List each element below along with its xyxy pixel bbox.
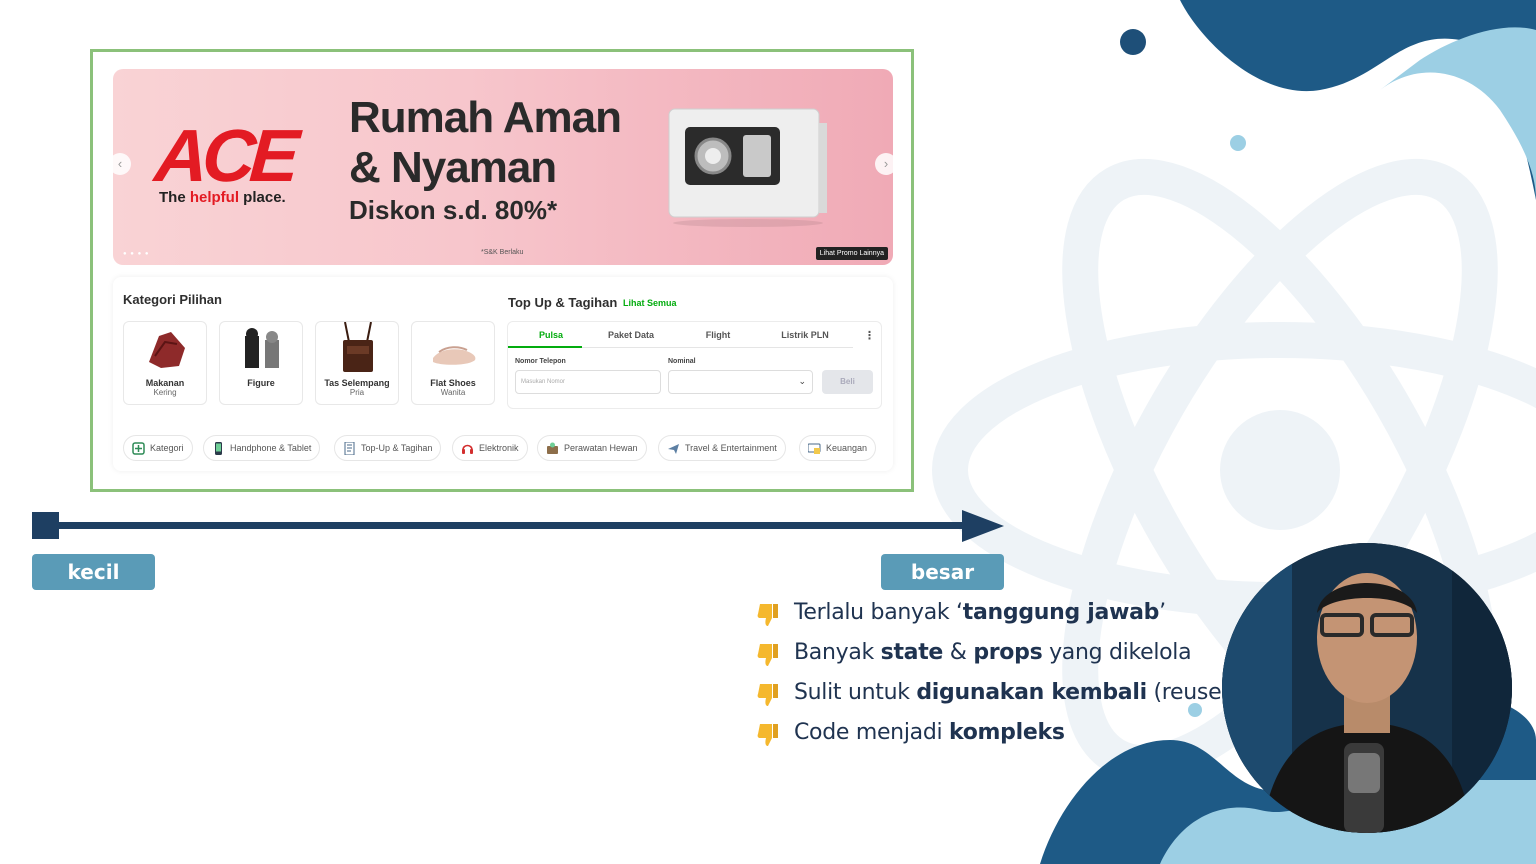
pet-care-icon [547,442,558,454]
active-tab-indicator [508,346,582,348]
top-right-blob [1180,0,1536,200]
chip-elektronik[interactable]: Elektronik [452,435,528,461]
topup-form: Pulsa Paket Data Flight Listrik PLN ⋮ No… [507,321,882,409]
scale-start-marker [32,512,59,539]
promo-banner[interactable]: ACE The helpful place. Rumah Aman & Nyam… [113,69,893,265]
nominal-select[interactable]: ⌄ [668,370,813,394]
kategori-title: Kategori Pilihan [123,292,222,307]
scale-arrowhead [962,510,1004,542]
finance-icon [808,443,821,454]
chip-handphone-tablet[interactable]: Handphone & Tablet [203,435,321,461]
bullet-text: Banyak state & props yang dikelola [794,640,1192,665]
buy-button[interactable]: Beli [822,370,873,394]
chip-keuangan[interactable]: Keuangan [799,435,877,461]
chip-label: Travel & Entertainment [685,443,777,453]
banner-title-line1: Rumah Aman [349,93,622,142]
chip-label: Perawatan Hewan [564,443,638,453]
tab-listrik-pln[interactable]: Listrik PLN [762,330,848,340]
category-topup-panel: Kategori Pilihan Makanan Kering Figure T… [113,277,893,471]
chip-travel-entertainment[interactable]: Travel & Entertainment [658,435,786,461]
bullet-text: Sulit untuk digunakan kembali (reuse) [794,680,1230,705]
more-options-icon[interactable]: ⋮ [864,329,875,342]
chevron-down-icon: ⌄ [798,376,806,386]
presenter-image [1222,543,1512,833]
topup-title: Top Up & Tagihan [508,295,618,310]
tagline-end: place. [239,189,286,206]
bullet-text: Terlalu banyak ‘tanggung jawab’ [794,600,1166,625]
banner-title-line2: & Nyaman [349,143,557,192]
banner-subtitle: Diskon s.d. 80%* [349,195,558,225]
chip-perawatan-hewan[interactable]: Perawatan Hewan [537,435,647,461]
flat-shoe-icon [433,346,476,365]
bullet-text: Code menjadi kompleks [794,720,1065,745]
chip-kategori[interactable]: Kategori [123,435,193,461]
chip-label: Handphone & Tablet [230,443,312,453]
headphones-icon [462,444,473,454]
chip-label: Top-Up & Tagihan [361,443,433,453]
thumbs-down-icon [757,724,778,746]
tab-flight[interactable]: Flight [675,330,761,340]
category-name: Makanan [145,378,185,388]
category-name: Flat Shoes [430,378,476,388]
chip-label: Elektronik [479,443,519,453]
deco-dot-large [1120,29,1146,55]
sling-bag-icon [343,322,373,372]
nominal-label: Nominal [668,358,696,365]
carousel-prev-button[interactable]: ‹ [113,153,131,175]
phone-label: Nomor Telepon [515,358,566,365]
chip-label: Kategori [150,443,184,453]
thumbs-down-icon [757,604,778,626]
category-name: Tas Selempang [324,378,390,388]
label-besar: besar [881,554,1004,590]
figure-toy-icon [245,328,279,368]
safe-box-icon [668,108,827,227]
category-subname: Kering [153,388,177,397]
category-card-tas[interactable]: Tas Selempang Pria [315,321,399,405]
thumbs-down-icon [757,684,778,706]
presenter-webcam [1222,543,1512,833]
carousel-next-button[interactable]: › [875,153,893,175]
category-card-flat-shoes[interactable]: Flat Shoes Wanita [411,321,495,405]
thumbs-down-icon [757,644,778,666]
chip-label: Keuangan [826,443,868,453]
plane-icon [668,444,679,454]
carousel-dots[interactable]: ● ● ● ● [123,251,150,257]
label-kecil: kecil [32,554,155,590]
category-name: Figure [247,378,275,388]
scale-axis-line [58,522,970,529]
category-subname: Pria [349,388,365,397]
dried-food-icon [149,332,185,368]
tagline-accent: helpful [189,189,240,206]
phone-icon [215,442,222,455]
category-card-figure[interactable]: Figure [219,321,303,405]
ace-wordmark: ACE [152,114,297,197]
phone-input[interactable]: Masukan Nomor [515,370,661,394]
see-more-promo-button[interactable]: Lihat Promo Lainnya [815,247,888,260]
category-subname: Wanita [440,388,466,397]
chip-topup-tagihan[interactable]: Top-Up & Tagihan [334,435,442,461]
ace-logo: ACE The helpful place. [152,114,321,206]
tab-pulsa[interactable]: Pulsa [508,330,594,340]
atom-core [1220,410,1340,530]
bill-icon [344,442,355,455]
banner-terms-note: *S&K Berlaku [481,249,524,256]
ui-screenshot-frame: ACE The helpful place. Rumah Aman & Nyam… [90,49,914,492]
deco-dot-bottom [1188,703,1202,717]
tab-paket-data[interactable]: Paket Data [588,330,674,340]
ace-tagline: The helpful place. [159,189,286,206]
category-icon [132,442,145,455]
category-card-makanan[interactable]: Makanan Kering [123,321,207,405]
see-all-link[interactable]: Lihat Semua [623,298,677,308]
tagline-start: The [159,189,190,206]
deco-dot-small [1230,135,1246,151]
